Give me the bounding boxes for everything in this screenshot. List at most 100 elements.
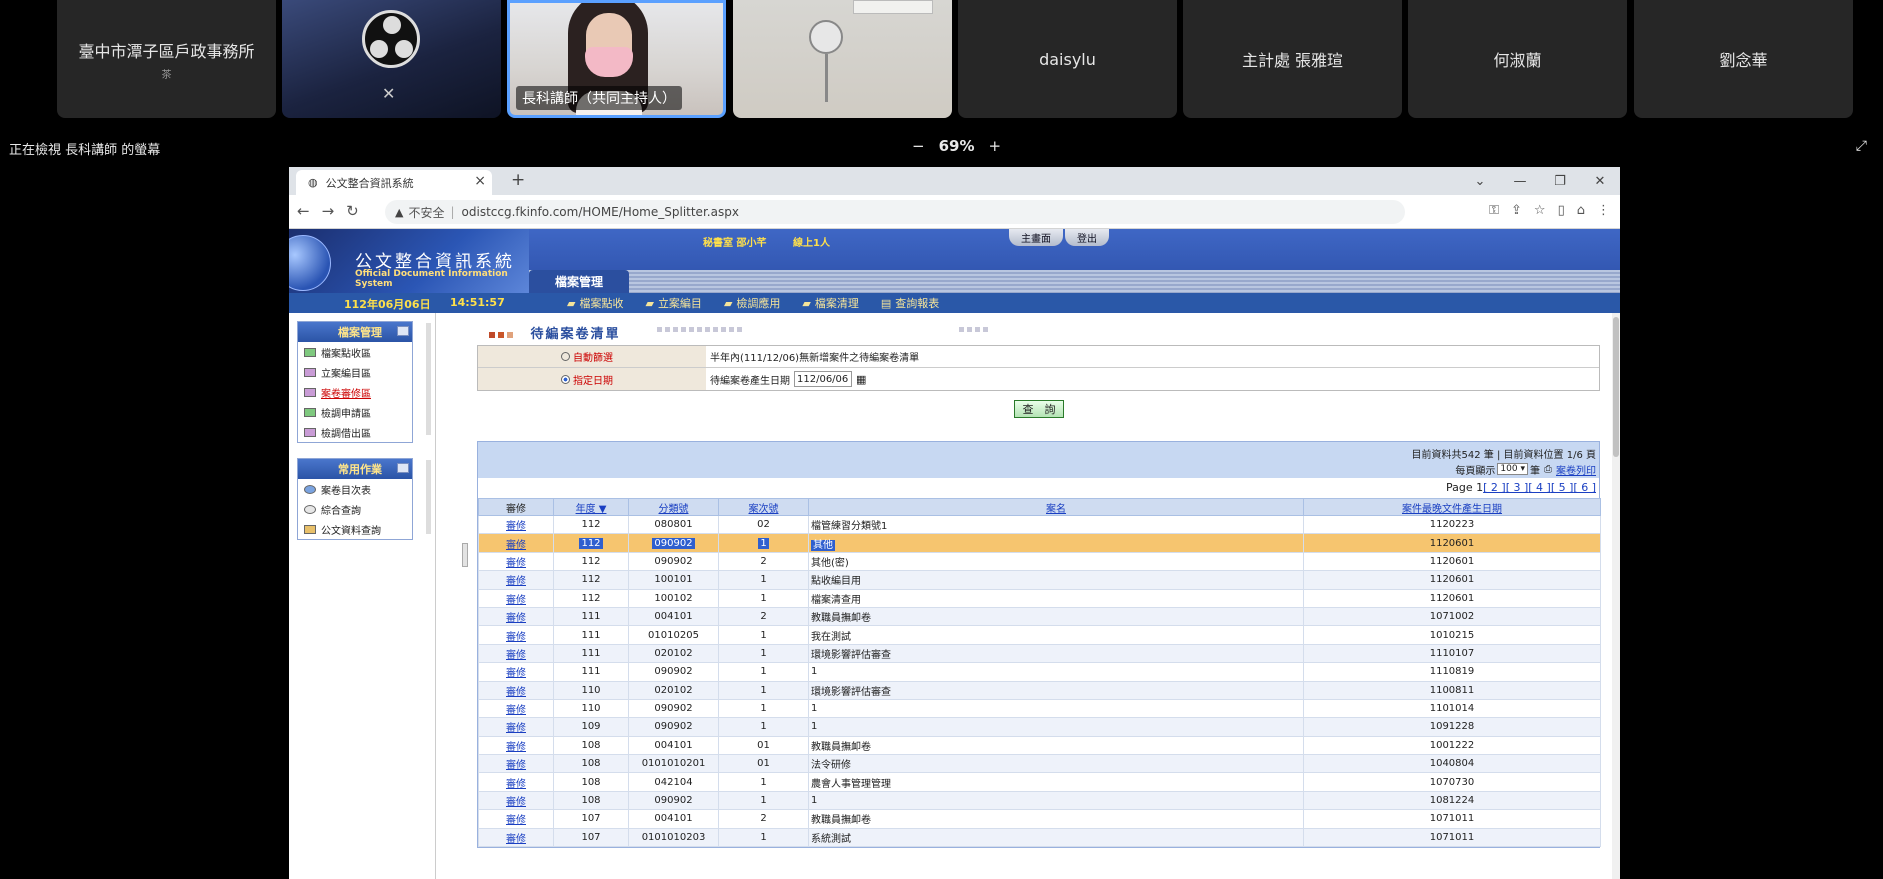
- per-page-select[interactable]: 100 ▾: [1497, 463, 1528, 475]
- printer-icon[interactable]: ⎙: [1544, 464, 1552, 475]
- restore-icon[interactable]: ❐: [1540, 167, 1580, 195]
- calendar-icon[interactable]: ▦: [856, 373, 866, 386]
- menu-item-receive[interactable]: ▰ 檔案點收: [567, 295, 623, 311]
- menu-item-report[interactable]: ▤ 查詢報表: [881, 295, 939, 311]
- logout-button[interactable]: 登出: [1065, 229, 1109, 246]
- date-input[interactable]: 112/06/06: [794, 371, 852, 387]
- sidebar-item-doc-query[interactable]: 公文資料查詢: [298, 519, 412, 539]
- sidebar-item-review[interactable]: 案卷審修區: [298, 382, 412, 402]
- review-link[interactable]: 審修: [478, 533, 554, 553]
- minimize-panel-icon[interactable]: [397, 326, 409, 336]
- radio-auto[interactable]: [561, 352, 570, 361]
- participant-tile[interactable]: 臺中市潭子區戶政事務所 茶: [57, 0, 276, 118]
- pager-link[interactable]: [ 5 ]: [1551, 481, 1574, 494]
- table-row[interactable]: 審修 107 004101 2 教職員撫卹卷 1071011: [478, 809, 1601, 829]
- review-link[interactable]: 審修: [478, 698, 554, 719]
- menu-item-retrieval[interactable]: ▰ 檢調應用: [724, 295, 780, 311]
- participant-tile-presenter[interactable]: 長科講師（共同主持人）: [507, 0, 726, 118]
- sidepanel-icon[interactable]: ▯: [1558, 203, 1565, 218]
- table-row[interactable]: 審修 112 090902 1 其他 1120601: [478, 533, 1601, 553]
- page-scrollbar[interactable]: [1612, 313, 1620, 879]
- table-row[interactable]: 審修 107 0101010203 1 系統測試 1071011: [478, 827, 1601, 848]
- review-link[interactable]: 審修: [478, 514, 554, 535]
- extension-icon[interactable]: ⌂: [1577, 203, 1585, 218]
- menu-item-cleanup[interactable]: ▰ 檔案清理: [802, 295, 858, 311]
- sidebar-item-lend[interactable]: 檢調借出區: [298, 422, 412, 442]
- expand-icon[interactable]: ⤢: [1856, 138, 1867, 154]
- sidebar-item-receive[interactable]: 檔案點收區: [298, 342, 412, 362]
- review-link[interactable]: 審修: [478, 827, 554, 848]
- panel-scrollbar[interactable]: [426, 323, 431, 435]
- sidebar-item-request[interactable]: 檢調申請區: [298, 402, 412, 422]
- home-button[interactable]: 主畫面: [1009, 229, 1063, 246]
- browser-tab[interactable]: ◍ 公文整合資訊系統 ×: [296, 170, 492, 195]
- sidebar-item-search[interactable]: 綜合查詢: [298, 499, 412, 519]
- participant-tile-video[interactable]: [733, 0, 952, 118]
- zoom-in-button[interactable]: +: [988, 137, 1001, 155]
- review-link[interactable]: 審修: [478, 772, 554, 792]
- col-year[interactable]: 年度 ▼: [553, 498, 629, 516]
- print-link[interactable]: 案卷列印: [1556, 462, 1596, 477]
- minimize-panel-icon[interactable]: [397, 463, 409, 473]
- review-link[interactable]: 審修: [478, 754, 554, 774]
- table-row[interactable]: 審修 110 020102 1 環境影響評估審查 1100811: [478, 680, 1601, 700]
- forward-icon[interactable]: →: [322, 202, 335, 220]
- col-latest-date[interactable]: 案件最晚文件產生日期: [1303, 498, 1601, 516]
- table-row[interactable]: 審修 111 020102 1 環境影響評估審查 1110107: [478, 643, 1601, 664]
- table-row[interactable]: 審修 111 090902 1 1 1110819: [478, 662, 1601, 682]
- table-row[interactable]: 審修 112 090902 2 其他(密) 1120601: [478, 551, 1601, 572]
- back-icon[interactable]: ←: [297, 202, 310, 220]
- radio-date[interactable]: [561, 374, 570, 384]
- review-link[interactable]: 審修: [478, 680, 554, 700]
- sidebar-item-toc[interactable]: 案卷目次表: [298, 479, 412, 499]
- table-row[interactable]: 審修 112 100101 1 點收編目用 1120601: [478, 570, 1601, 590]
- query-button[interactable]: 查 詢: [1014, 400, 1064, 418]
- review-link[interactable]: 審修: [478, 625, 554, 645]
- table-row[interactable]: 審修 108 004101 01 教職員撫卹卷 1001222: [478, 735, 1601, 756]
- review-link[interactable]: 審修: [478, 809, 554, 829]
- sidebar-item-catalog[interactable]: 立案編目區: [298, 362, 412, 382]
- review-link[interactable]: 審修: [478, 551, 554, 572]
- participant-tile[interactable]: 何淑蘭: [1408, 0, 1627, 118]
- menu-item-catalog[interactable]: ▰ 立案編目: [645, 295, 701, 311]
- tab-close-icon[interactable]: ×: [474, 173, 486, 189]
- date-filter-option[interactable]: 指定日期: [478, 368, 706, 390]
- section-tab-active[interactable]: 檔案管理: [529, 270, 629, 293]
- table-row[interactable]: 審修 108 0101010201 01 法令研修 1040804: [478, 754, 1601, 774]
- panel-scrollbar[interactable]: [426, 460, 431, 534]
- table-row[interactable]: 審修 112 100102 1 檔案清查用 1120601: [478, 588, 1601, 608]
- table-row[interactable]: 審修 111 004101 2 教職員撫卹卷 1071002: [478, 606, 1601, 627]
- col-class[interactable]: 分類號: [628, 498, 719, 516]
- splitter-handle[interactable]: [462, 543, 468, 567]
- participant-tile[interactable]: 劉念華: [1634, 0, 1853, 118]
- participant-tile[interactable]: daisylu: [958, 0, 1177, 118]
- review-link[interactable]: 審修: [478, 735, 554, 756]
- menu-icon[interactable]: ⋮: [1597, 203, 1610, 218]
- review-link[interactable]: 審修: [478, 570, 554, 590]
- review-link[interactable]: 審修: [478, 662, 554, 682]
- review-link[interactable]: 審修: [478, 606, 554, 627]
- table-row[interactable]: 審修 108 042104 1 農會人事管理管理 1070730: [478, 772, 1601, 792]
- minimize-icon[interactable]: —: [1500, 167, 1540, 195]
- url-field[interactable]: ▲ 不安全 | odistccg.fkinfo.com/HOME/Home_Sp…: [385, 200, 1405, 224]
- review-link[interactable]: 審修: [478, 643, 554, 664]
- zoom-out-button[interactable]: −: [912, 137, 925, 155]
- key-icon[interactable]: ⚿: [1489, 203, 1499, 218]
- chevron-down-icon[interactable]: ⌄: [1460, 167, 1500, 195]
- review-link[interactable]: 審修: [478, 588, 554, 608]
- auto-filter-option[interactable]: 自動篩選: [478, 346, 706, 367]
- table-row[interactable]: 審修 108 090902 1 1 1081224: [478, 790, 1601, 811]
- star-icon[interactable]: ☆: [1534, 203, 1546, 218]
- pager-link[interactable]: [ 3 ]: [1506, 481, 1529, 494]
- pager-link[interactable]: [ 2 ]: [1483, 481, 1506, 494]
- participant-tile-video[interactable]: ✕: [282, 0, 501, 118]
- reload-icon[interactable]: ↻: [346, 202, 359, 220]
- review-link[interactable]: 審修: [478, 717, 554, 737]
- col-case-name[interactable]: 案名: [808, 498, 1304, 516]
- table-row[interactable]: 審修 109 090902 1 1 1091228: [478, 717, 1601, 737]
- pager-link[interactable]: [ 4 ]: [1528, 481, 1551, 494]
- share-icon[interactable]: ⇪: [1511, 203, 1522, 218]
- table-row[interactable]: 審修 110 090902 1 1 1101014: [478, 698, 1601, 719]
- table-row[interactable]: 審修 112 080801 02 檔管練習分類號1 1120223: [478, 514, 1601, 535]
- table-row[interactable]: 審修 111 01010205 1 我在測試 1010215: [478, 625, 1601, 645]
